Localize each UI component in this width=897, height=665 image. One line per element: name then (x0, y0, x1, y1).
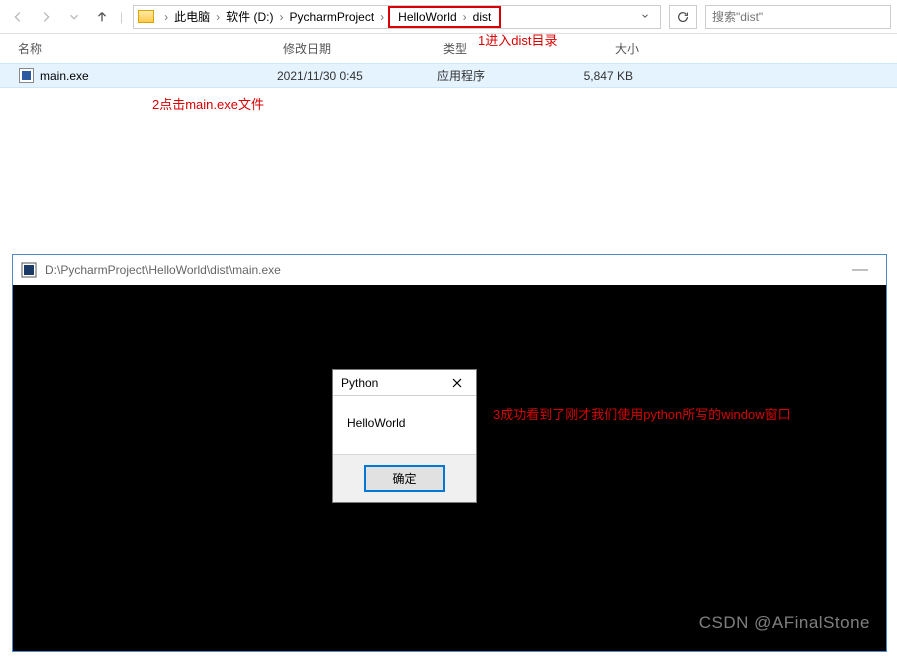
address-dropdown-button[interactable] (634, 10, 656, 24)
console-icon (21, 262, 37, 278)
file-row-main-exe[interactable]: main.exe 2021/11/30 0:45 应用程序 5,847 KB (0, 63, 897, 88)
chevron-right-icon[interactable]: › (279, 10, 283, 24)
search-box[interactable] (705, 5, 891, 29)
exe-icon (18, 68, 34, 84)
chevron-right-icon[interactable]: › (216, 10, 220, 24)
file-explorer: | › 此电脑 › 软件 (D:) › PycharmProject › Hel… (0, 0, 897, 88)
breadcrumb-pc[interactable]: 此电脑 (172, 8, 212, 25)
chevron-right-icon[interactable]: › (463, 10, 467, 24)
column-name-header[interactable]: 名称 (18, 40, 283, 57)
breadcrumb-dist[interactable]: dist (471, 10, 494, 24)
columns-header: 名称 修改日期 类型 大小 (0, 34, 897, 63)
file-modified: 2021/11/30 0:45 (277, 69, 437, 83)
watermark: CSDN @AFinalStone (699, 613, 870, 633)
nav-recent-button[interactable] (62, 5, 86, 29)
annotation-3: 3成功看到了刚才我们使用python所写的window窗口 (493, 404, 791, 423)
dialog-message: HelloWorld (333, 396, 476, 454)
nav-back-button[interactable] (6, 5, 30, 29)
chevron-right-icon[interactable]: › (164, 10, 168, 24)
console-window: D:\PycharmProject\HelloWorld\dist\main.e… (12, 254, 887, 652)
nav-up-button[interactable] (90, 5, 114, 29)
toolbar-separator: | (120, 10, 123, 24)
dialog-footer: 确定 (333, 454, 476, 502)
dialog-titlebar[interactable]: Python (333, 370, 476, 396)
nav-forward-button[interactable] (34, 5, 58, 29)
console-body: Python HelloWorld 确定 3成功看到了刚才我们使用python所… (13, 285, 886, 651)
file-size: 5,847 KB (557, 69, 647, 83)
column-size-header[interactable]: 大小 (563, 40, 653, 57)
breadcrumb-drive[interactable]: 软件 (D:) (224, 8, 275, 25)
folder-icon (138, 10, 154, 23)
annotation-2: 2点击main.exe文件 (152, 94, 264, 113)
annotation-highlight: HelloWorld › dist (388, 6, 501, 28)
console-minimize-button[interactable]: — (842, 261, 878, 279)
dialog-close-button[interactable] (446, 373, 468, 393)
console-title: D:\PycharmProject\HelloWorld\dist\main.e… (45, 263, 842, 277)
console-titlebar[interactable]: D:\PycharmProject\HelloWorld\dist\main.e… (13, 255, 886, 285)
breadcrumb-hello[interactable]: HelloWorld (396, 10, 458, 24)
breadcrumb-project[interactable]: PycharmProject (287, 10, 376, 24)
dialog-title: Python (341, 376, 446, 390)
chevron-right-icon[interactable]: › (380, 10, 384, 24)
search-input[interactable] (712, 10, 884, 24)
file-name: main.exe (40, 69, 89, 83)
refresh-button[interactable] (669, 5, 697, 29)
address-bar[interactable]: › 此电脑 › 软件 (D:) › PycharmProject › Hello… (133, 5, 661, 29)
explorer-toolbar: | › 此电脑 › 软件 (D:) › PycharmProject › Hel… (0, 0, 897, 34)
python-dialog: Python HelloWorld 确定 (332, 369, 477, 503)
column-date-header[interactable]: 修改日期 (283, 40, 443, 57)
annotation-1: 1进入dist目录 (478, 30, 557, 49)
dialog-ok-button[interactable]: 确定 (364, 465, 444, 492)
file-type: 应用程序 (437, 67, 557, 84)
